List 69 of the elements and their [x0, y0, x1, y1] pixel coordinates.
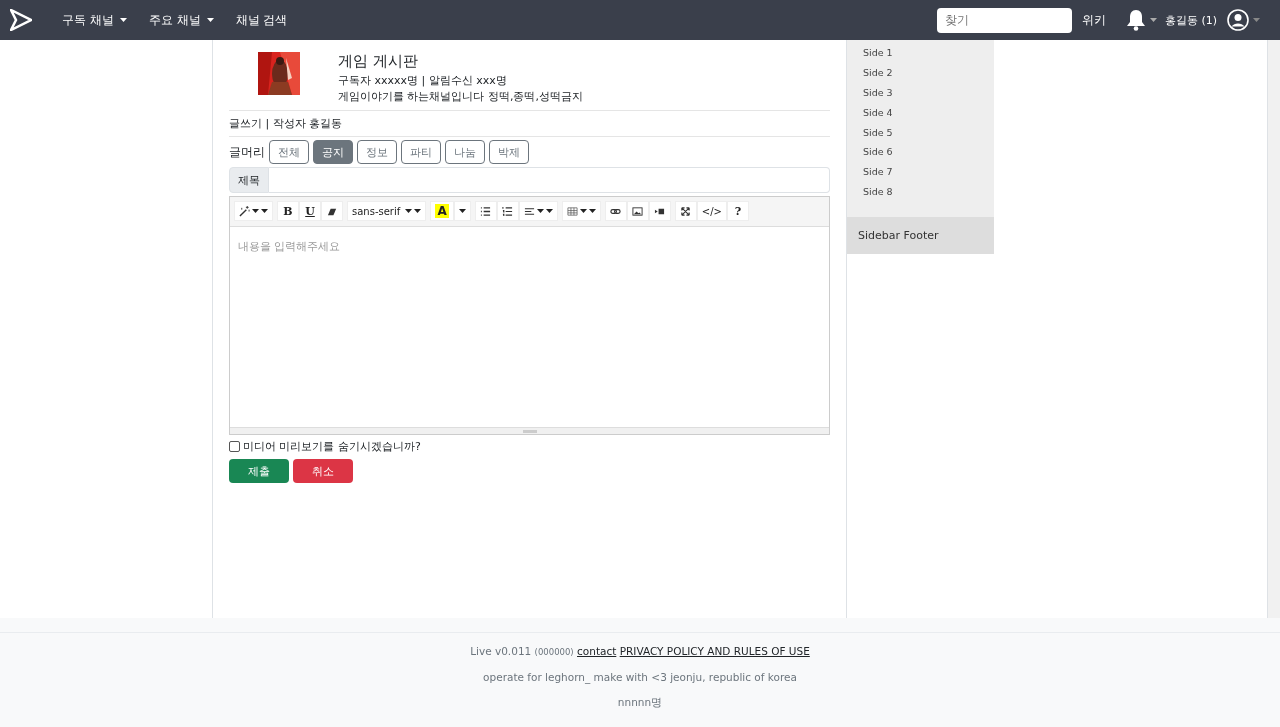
category-button[interactable]: 공지: [313, 140, 353, 164]
text-color-button[interactable]: A: [430, 201, 454, 221]
category-button[interactable]: 나눔: [445, 140, 485, 164]
bell-icon[interactable]: [1125, 9, 1146, 31]
cancel-button[interactable]: 취소: [293, 459, 353, 483]
table-icon: [566, 205, 578, 217]
title-label: 제목: [229, 167, 269, 193]
magic-wand-icon: [239, 205, 250, 217]
caret-icon: [206, 18, 214, 22]
category-button[interactable]: 박제: [489, 140, 529, 164]
version-text: Live v0.011 (000000): [470, 645, 574, 657]
category-label: 글머리: [229, 143, 265, 161]
image-icon: [632, 205, 644, 217]
sidebar-item[interactable]: Side 4: [847, 102, 994, 123]
ol-button[interactable]: [496, 201, 519, 221]
nav-menu[interactable]: 채널 검색: [225, 11, 298, 29]
underline-button[interactable]: U: [299, 201, 321, 221]
logo-icon[interactable]: [10, 9, 32, 31]
table-dropdown[interactable]: [561, 201, 601, 221]
caret-icon: [119, 18, 127, 22]
write-header: 글쓰기 | 작성자 홍길동: [229, 111, 830, 137]
link-button[interactable]: [604, 201, 627, 221]
fullscreen-button[interactable]: [674, 201, 697, 221]
nav-menu[interactable]: 주요 채널: [138, 11, 224, 29]
ul-button[interactable]: [474, 201, 497, 221]
search-field[interactable]: 찾기: [936, 7, 1072, 33]
visitor-count: nnnnn명: [617, 696, 663, 710]
caret-icon: [1253, 18, 1260, 22]
sidebar-item[interactable]: Side 5: [847, 122, 994, 142]
align-icon: [523, 205, 535, 217]
bullet-list-icon: [480, 205, 492, 217]
category-button[interactable]: 정보: [357, 140, 397, 164]
bold-button[interactable]: B: [277, 201, 299, 221]
sidebar-item[interactable]: Side 8: [847, 181, 994, 202]
checkbox-label: 미디어 미리보기를 숨기시겠습니까?: [243, 439, 421, 454]
eraser-button[interactable]: [321, 201, 343, 221]
channel-description: 게임이야기를 하는채널입니다 정떡,종떡,성떡금지: [338, 89, 583, 105]
caret-icon: [1149, 18, 1157, 22]
image-button[interactable]: [626, 201, 649, 221]
privacy-link[interactable]: PRIVACY POLICY AND RULES OF USE: [619, 645, 810, 657]
scrollbar[interactable]: [1268, 40, 1280, 618]
channel-stats: 구독자 xxxxx명 | 알림수신 xxx명: [338, 73, 508, 89]
expand-icon: [680, 205, 692, 217]
code-view-button[interactable]: </>: [696, 201, 727, 221]
category-button[interactable]: 파티: [401, 140, 441, 164]
sidebar-item[interactable]: Side 2: [847, 62, 994, 83]
font-dropdown[interactable]: sans-serif: [347, 201, 427, 221]
user-name[interactable]: 홍길동 (1): [1164, 12, 1217, 28]
category-button[interactable]: 전체: [269, 140, 309, 164]
sidebar-item[interactable]: Side 6: [847, 142, 994, 162]
video-button[interactable]: [648, 201, 671, 221]
credit-text: operate for leghorn_ make with <3 jeonju, republic of korea: [483, 671, 797, 683]
nav-menu[interactable]: 구독 채널: [52, 11, 137, 29]
style-dropdown[interactable]: [234, 201, 273, 221]
user-avatar-icon[interactable]: [1227, 9, 1249, 31]
contact-link[interactable]: contact: [577, 645, 617, 657]
wiki-link[interactable]: 위키: [1081, 11, 1106, 29]
submit-button[interactable]: 제출: [229, 459, 289, 483]
sidebar-item[interactable]: Side 7: [847, 161, 994, 182]
title-field[interactable]: [269, 167, 830, 193]
sidebar-footer: Sidebar Footer: [847, 217, 994, 255]
help-button[interactable]: ?: [726, 201, 749, 221]
sidebar-item[interactable]: Side 1: [847, 43, 994, 63]
caret-icon: [458, 209, 466, 213]
align-dropdown[interactable]: [518, 201, 558, 221]
numbered-list-icon: [502, 205, 514, 217]
checkbox[interactable]: [229, 441, 240, 452]
sidebar-item[interactable]: Side 3: [847, 82, 994, 103]
channel-title: 게임 게시판: [338, 52, 419, 71]
